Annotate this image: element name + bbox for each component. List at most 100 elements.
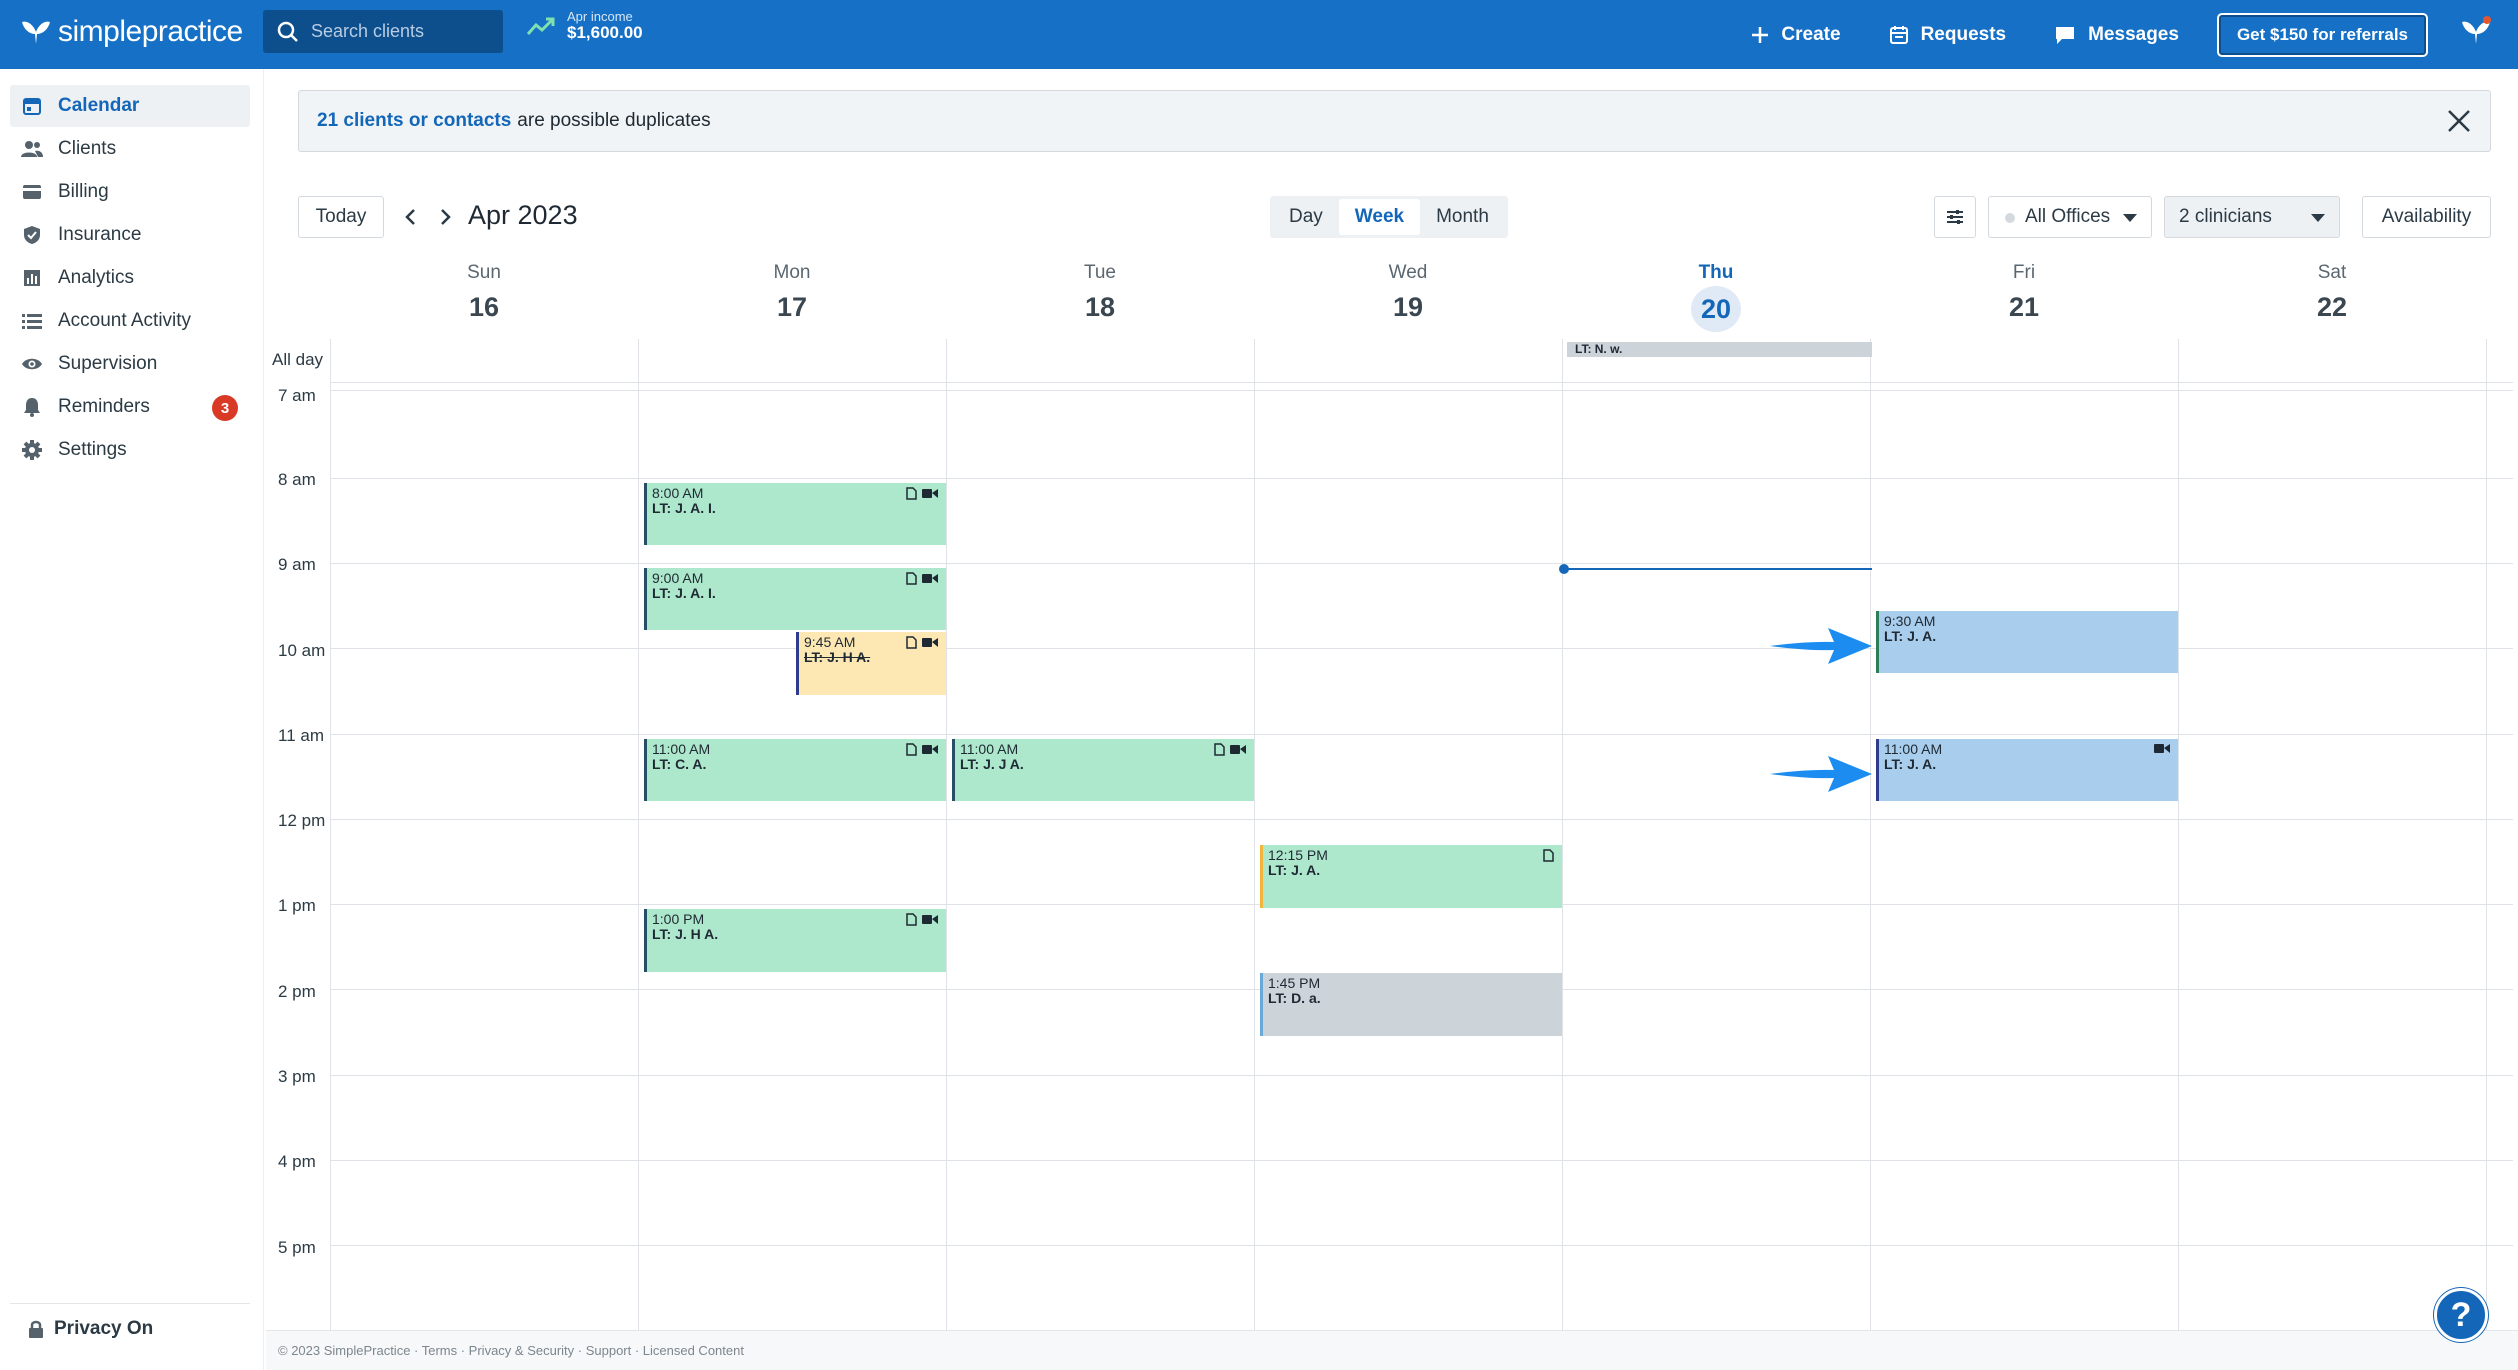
requests-button[interactable]: Requests xyxy=(1889,24,2006,46)
sidebar-item-account-activity[interactable]: Account Activity xyxy=(10,300,250,342)
video-icon xyxy=(922,489,938,498)
clinicians-label: 2 clinicians xyxy=(2179,206,2272,227)
time-label: 12 pm xyxy=(278,811,326,830)
note-icon xyxy=(1543,849,1554,862)
sidebar-item-insurance[interactable]: Insurance xyxy=(10,214,250,256)
brand-name: simplepractice xyxy=(58,15,243,48)
view-month[interactable]: Month xyxy=(1420,199,1505,235)
video-icon xyxy=(922,745,938,754)
calendar-icon xyxy=(20,94,44,118)
close-icon[interactable] xyxy=(2444,106,2474,142)
calendar-toolbar: Today Apr 2023 Day Week Month All Office… xyxy=(298,196,2491,238)
day-name: Thu xyxy=(1698,262,1734,283)
time-label: 9 am xyxy=(278,555,316,574)
availability-button[interactable]: Availability xyxy=(2362,196,2491,238)
privacy-toggle[interactable]: Privacy On xyxy=(10,1303,250,1340)
appointment-event[interactable]: 12:15 PM LT: J. A. xyxy=(1260,845,1562,908)
sidebar-item-clients[interactable]: Clients xyxy=(10,128,250,170)
duplicates-link[interactable]: 21 clients or contacts xyxy=(317,110,511,132)
day-date: 21 xyxy=(2008,292,2040,322)
messages-button[interactable]: Messages xyxy=(2054,24,2179,46)
day-name: Sun xyxy=(467,262,501,283)
grid-line xyxy=(2178,339,2179,1330)
filter-settings-button[interactable] xyxy=(1934,196,1976,238)
current-time-line xyxy=(1564,568,1872,570)
event-time: 9:30 AM xyxy=(1884,613,1936,629)
day-name: Wed xyxy=(1388,262,1428,283)
chevron-right-icon[interactable] xyxy=(434,205,458,229)
appointment-event[interactable]: 1:00 PM LT: J. H A. xyxy=(644,909,946,972)
today-button[interactable]: Today xyxy=(298,196,384,238)
butterfly-icon xyxy=(22,21,50,44)
day-name: Fri xyxy=(2012,262,2036,283)
search-box[interactable] xyxy=(263,10,503,53)
sidebar-item-analytics[interactable]: Analytics xyxy=(10,257,250,299)
grid-line xyxy=(330,1245,2513,1246)
footer: © 2023 SimplePractice · Terms · Privacy … xyxy=(266,1330,2518,1370)
day-header-fri[interactable]: Fri 21 xyxy=(1870,262,2178,323)
appointment-event[interactable]: 9:00 AM LT: J. A. I. xyxy=(644,568,946,630)
referral-button[interactable]: Get $150 for referrals xyxy=(2216,12,2428,57)
event-time: 1:45 PM xyxy=(1268,975,1321,991)
appointment-event[interactable]: 9:30 AM LT: J. A. xyxy=(1876,611,2178,673)
search-input[interactable] xyxy=(311,21,491,42)
day-name: Mon xyxy=(773,262,811,283)
day-header-mon[interactable]: Mon 17 xyxy=(638,262,946,323)
appointment-event[interactable]: 11:00 AM LT: J. J A. xyxy=(952,739,1254,801)
sidebar-item-label: Calendar xyxy=(58,95,140,116)
brand-logo[interactable]: simplepractice xyxy=(20,12,243,52)
grid-line xyxy=(1562,339,1563,1330)
note-icon xyxy=(906,636,917,649)
income-value: $1,600.00 xyxy=(567,23,643,43)
allday-label: All day xyxy=(272,350,324,369)
day-header-wed[interactable]: Wed 19 xyxy=(1254,262,1562,323)
sidebar-item-billing[interactable]: Billing xyxy=(10,171,250,213)
income-widget[interactable]: Apr income $1,600.00 xyxy=(527,9,643,43)
event-time: 11:00 AM xyxy=(1884,741,1943,757)
grid-line xyxy=(638,339,639,1330)
time-label: 7 am xyxy=(278,386,316,405)
appointment-event[interactable]: 1:45 PM LT: D. a. xyxy=(1260,973,1562,1036)
sidebar-item-settings[interactable]: Settings xyxy=(10,429,250,471)
appointment-event[interactable]: 11:00 AM LT: J. A. xyxy=(1876,739,2178,801)
shield-icon xyxy=(20,223,44,247)
view-week[interactable]: Week xyxy=(1338,199,1421,235)
view-day[interactable]: Day xyxy=(1273,199,1339,235)
duplicates-banner: 21 clients or contacts are possible dupl… xyxy=(298,90,2491,152)
time-label: 3 pm xyxy=(278,1067,316,1086)
appointment-event[interactable]: 11:00 AM LT: C. A. xyxy=(644,739,946,801)
plus-icon xyxy=(1752,26,1769,43)
grid-line xyxy=(330,734,2513,735)
day-name: Sat xyxy=(2317,262,2347,283)
time-label: 10 am xyxy=(278,641,326,660)
appointment-event[interactable]: 8:00 AM LT: J. A. I. xyxy=(644,483,946,545)
sidebar-item-supervision[interactable]: Supervision xyxy=(10,343,250,385)
event-client: LT: J. J A. xyxy=(960,756,1024,772)
appointment-event-cancelled[interactable]: 9:45 AM LT: J. H A. xyxy=(796,632,946,695)
account-menu[interactable] xyxy=(2460,16,2492,51)
list-icon xyxy=(20,309,44,333)
chat-icon xyxy=(2056,26,2075,44)
help-button[interactable]: ? xyxy=(2434,1288,2488,1342)
trend-up-icon xyxy=(527,17,555,36)
butterfly-icon xyxy=(2462,16,2491,44)
day-header-thu[interactable]: Thu 20 xyxy=(1562,262,1870,332)
day-header-sat[interactable]: Sat 22 xyxy=(2178,262,2486,323)
grid-line xyxy=(330,563,2513,564)
offices-select[interactable]: All Offices xyxy=(1988,196,2152,238)
event-client: LT: J. A. xyxy=(1884,628,1937,644)
grid-line xyxy=(1870,339,1871,1330)
clinicians-select[interactable]: 2 clinicians xyxy=(2164,196,2340,238)
grid-line xyxy=(1254,339,1255,1330)
day-header-sun[interactable]: Sun 16 xyxy=(330,262,638,323)
reminders-count-badge: 3 xyxy=(212,395,238,421)
calendar-check-icon xyxy=(1889,25,1908,44)
allday-event[interactable]: LT: N. w. xyxy=(1567,342,1872,357)
sidebar-item-reminders[interactable]: Reminders 3 xyxy=(10,386,250,428)
day-date: 18 xyxy=(1084,292,1116,322)
create-button[interactable]: Create xyxy=(1751,24,1841,46)
current-time-dot xyxy=(1559,564,1569,574)
chevron-left-icon[interactable] xyxy=(398,205,422,229)
day-header-tue[interactable]: Tue 18 xyxy=(946,262,1254,323)
sidebar-item-calendar[interactable]: Calendar xyxy=(10,85,250,127)
